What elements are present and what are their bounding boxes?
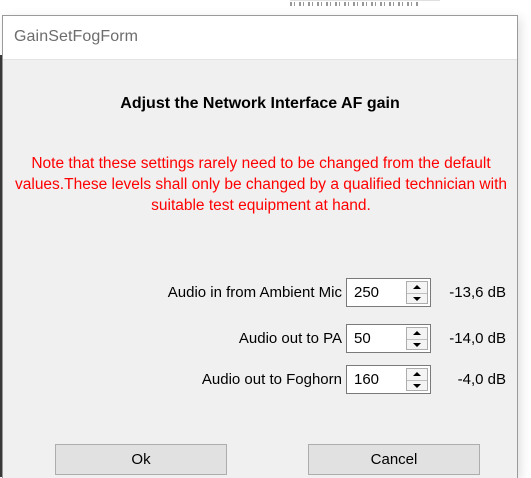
- down-arrow-icon: [413, 384, 421, 388]
- pa-db: -14,0 dB: [449, 330, 506, 347]
- pa-spinner[interactable]: 50: [346, 324, 431, 353]
- spin-up-button[interactable]: [407, 282, 427, 292]
- spin-down-button[interactable]: [407, 293, 427, 304]
- foghorn-db: -4,0 dB: [457, 371, 506, 388]
- up-arrow-icon: [413, 372, 421, 376]
- up-arrow-icon: [413, 331, 421, 335]
- ambient-mic-label: Audio in from Ambient Mic: [167, 284, 342, 301]
- cancel-button[interactable]: Cancel: [308, 444, 480, 475]
- down-arrow-icon: [413, 297, 421, 301]
- title-bar[interactable]: GainSetFogForm: [3, 16, 517, 60]
- ok-button[interactable]: Ok: [55, 444, 227, 475]
- window-title: GainSetFogForm: [14, 28, 139, 45]
- spin-up-button[interactable]: [407, 369, 427, 379]
- foghorn-spin-buttons: [406, 368, 428, 391]
- pa-row: Audio out to PA 50 -14,0 dB: [3, 324, 517, 355]
- pa-label: Audio out to PA: [238, 330, 342, 347]
- down-arrow-icon: [413, 343, 421, 347]
- dialog-heading: Adjust the Network Interface AF gain: [120, 95, 400, 112]
- foghorn-value[interactable]: 160: [354, 371, 379, 388]
- warning-note: Note that these settings rarely need to …: [15, 155, 507, 214]
- ambient-mic-db: -13,6 dB: [449, 284, 506, 301]
- foghorn-spinner[interactable]: 160: [346, 365, 431, 394]
- foghorn-label: Audio out to Foghorn: [201, 371, 342, 388]
- foghorn-row: Audio out to Foghorn 160 -4,0 dB: [3, 365, 517, 396]
- up-arrow-icon: [413, 285, 421, 289]
- spin-down-button[interactable]: [407, 339, 427, 350]
- background-window-fragment: [290, 0, 440, 9]
- gain-set-fog-dialog: GainSetFogForm Adjust the Network Interf…: [2, 15, 518, 478]
- spin-down-button[interactable]: [407, 380, 427, 391]
- ambient-mic-row: Audio in from Ambient Mic 250 -13,6 dB: [3, 278, 517, 309]
- pa-value[interactable]: 50: [354, 330, 371, 347]
- ambient-mic-spinner[interactable]: 250: [346, 278, 431, 307]
- ambient-mic-value[interactable]: 250: [354, 284, 379, 301]
- pa-spin-buttons: [406, 327, 428, 350]
- spin-up-button[interactable]: [407, 328, 427, 338]
- ambient-mic-spin-buttons: [406, 281, 428, 304]
